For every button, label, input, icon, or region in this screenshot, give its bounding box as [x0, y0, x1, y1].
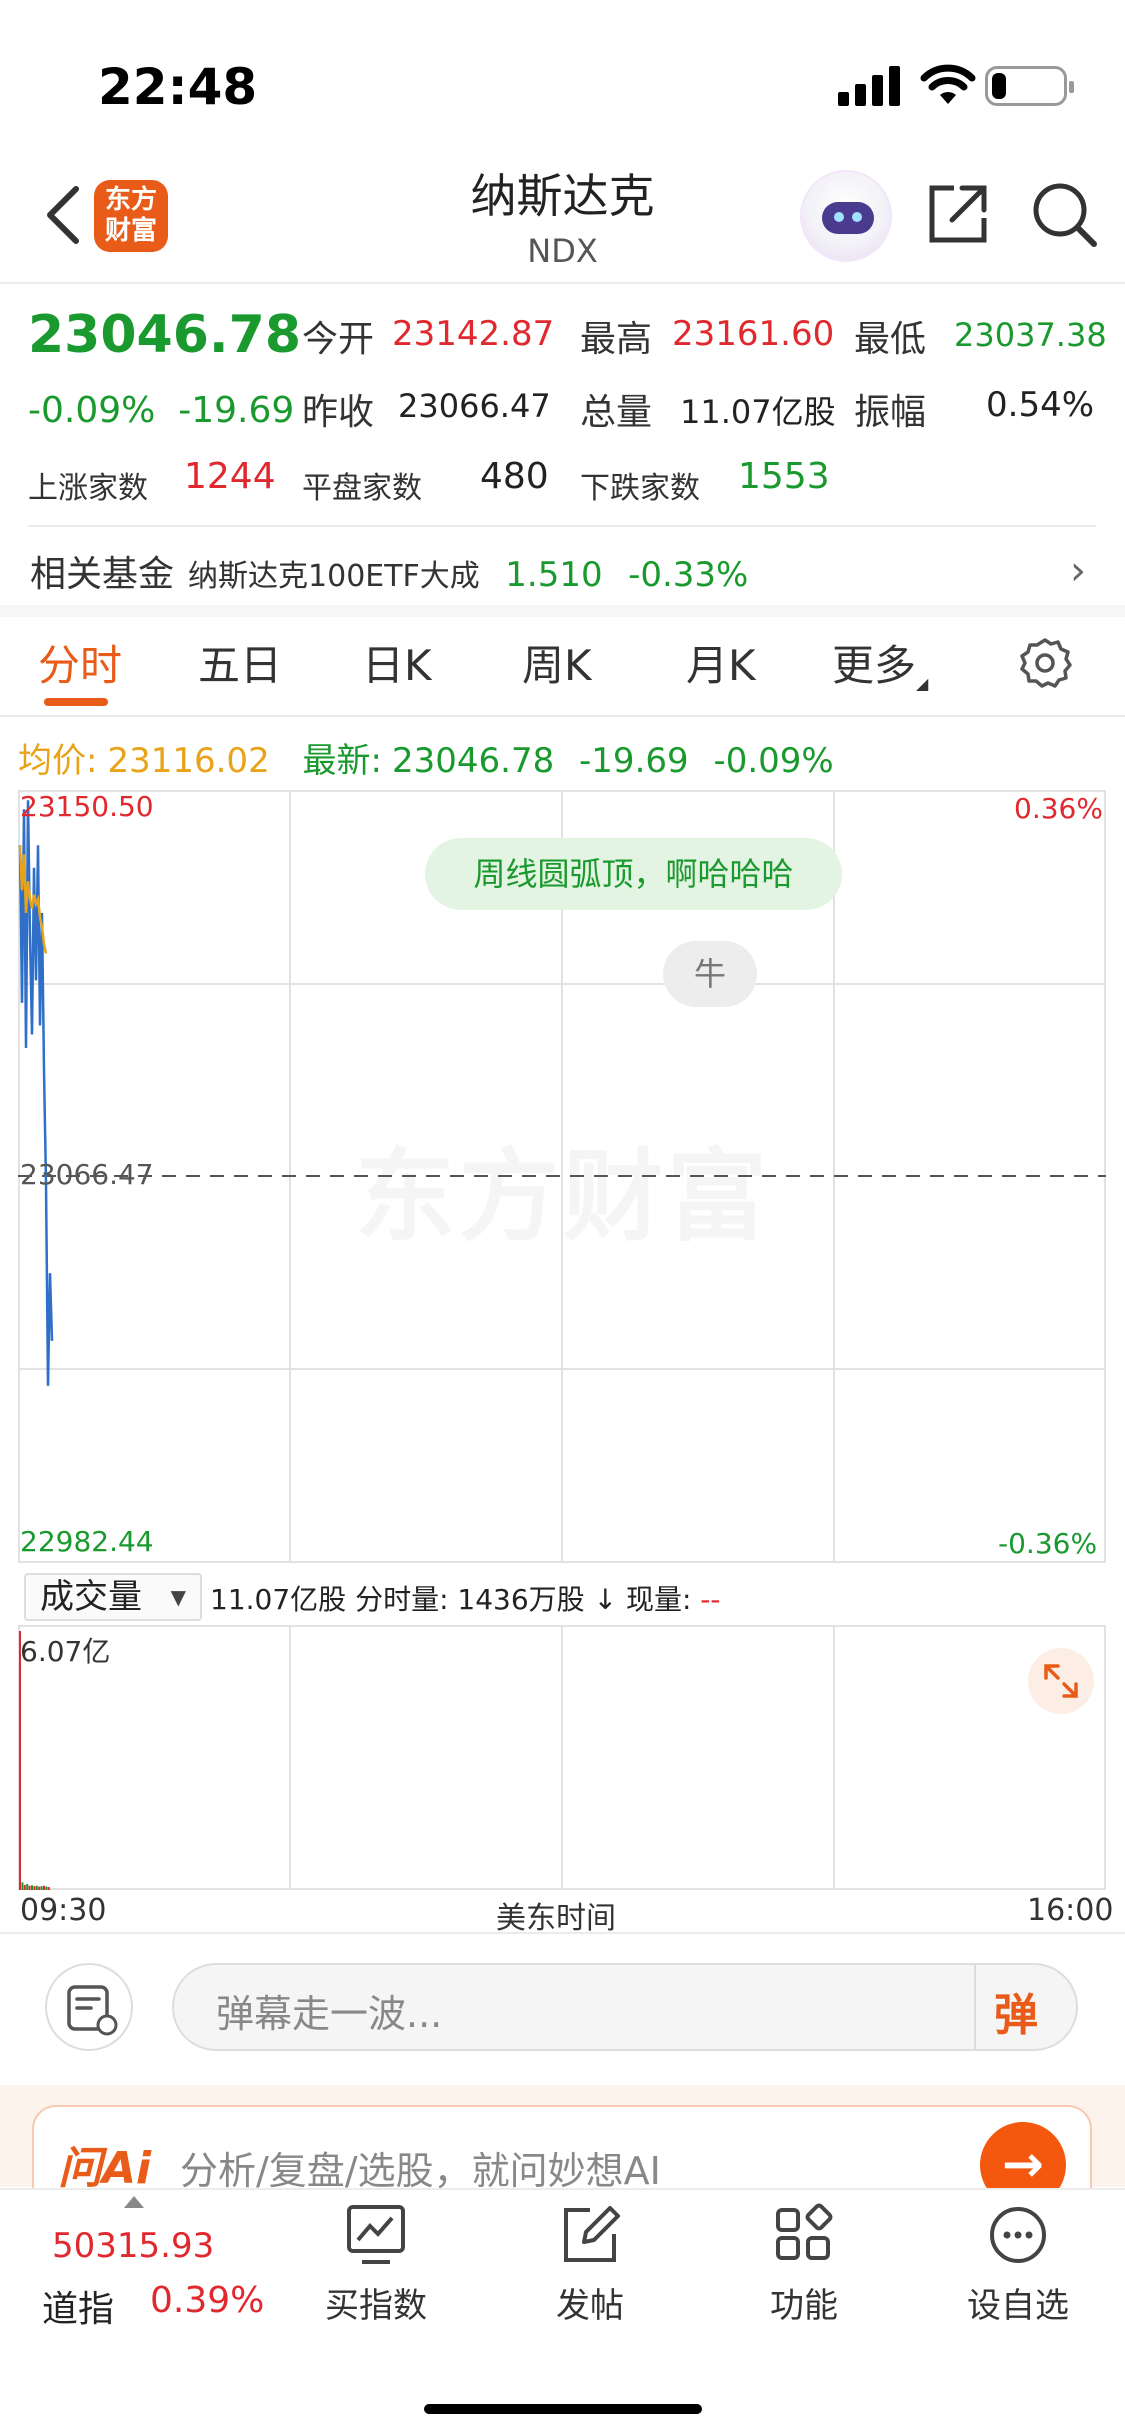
volume-bar — [35, 1885, 38, 1890]
low-label: 最低 — [854, 319, 927, 360]
fund-name: 纳斯达克100ETF大成 — [188, 559, 480, 594]
dow-index-pct[interactable]: 0.39% — [150, 2280, 264, 2321]
volume-bar — [26, 1884, 29, 1890]
ai-logo: 问Ai — [58, 2143, 152, 2194]
volume-bar — [31, 1885, 33, 1890]
page-subtitle: NDX — [527, 232, 598, 270]
search-icon[interactable] — [1030, 180, 1100, 250]
high-label: 最高 — [580, 319, 653, 360]
prev-close-label: 昨收 — [302, 392, 375, 433]
y-axis-bottom-label: 22982.44 — [20, 1525, 154, 1558]
amplitude-value: 0.54% — [986, 385, 1095, 425]
volume-indicator-select[interactable]: 成交量 ▼ — [24, 1573, 202, 1621]
ai-placeholder[interactable]: 分析/复盘/选股，就问妙想AI — [180, 2140, 661, 2195]
avg-price-row: 均价: 23116.02 最新: 23046.78 -19.69 -0.09% — [18, 741, 834, 781]
danmu-bubble[interactable]: 周线圆弧顶，啊哈哈哈 — [425, 838, 842, 910]
section-gap — [0, 605, 1125, 617]
volume-bar — [45, 1886, 48, 1890]
up-count-value: 1244 — [184, 456, 276, 497]
tab-weekly-k[interactable]: 周K — [522, 632, 592, 693]
logo-text-bottom: 财富 — [104, 216, 157, 246]
tab-more[interactable]: 更多◢ — [832, 632, 928, 693]
volume-max-label: 6.07亿 — [20, 1635, 111, 1668]
nav-functions[interactable]: 功能 — [724, 2200, 884, 2327]
app-logo: 东方 财富 — [94, 180, 168, 252]
chart-icon — [347, 2205, 405, 2264]
divider — [0, 282, 1125, 284]
up-count-label: 上涨家数 — [28, 471, 148, 506]
fund-label: 相关基金 — [30, 554, 175, 595]
down-count-value: 1553 — [738, 456, 830, 497]
status-time: 22:48 — [98, 58, 258, 116]
grid-icon — [776, 2203, 833, 2260]
flat-count-label: 平盘家数 — [302, 471, 422, 506]
high-value: 23161.60 — [672, 314, 835, 354]
dow-index-name[interactable]: 道指 — [42, 2280, 114, 2332]
volume-value: 11.07亿股 — [680, 393, 836, 431]
danmu-toggle[interactable]: 弹 — [994, 1979, 1038, 2043]
price-change: -0.09% -19.69 — [28, 390, 295, 431]
signal-icon — [838, 66, 900, 106]
tab-intraday[interactable]: 分时 — [38, 632, 122, 693]
open-label: 今开 — [302, 319, 375, 360]
volume-label: 总量 — [580, 392, 653, 433]
divider — [0, 1932, 1125, 1934]
y-axis-mid-label: 23066.47 — [20, 1158, 154, 1191]
nav-add-watchlist[interactable]: 设自选 — [938, 2200, 1098, 2327]
fund-price: 1.510 — [505, 555, 603, 595]
home-indicator — [424, 2404, 702, 2414]
nav-post[interactable]: 发帖 — [510, 2200, 670, 2327]
tab-monthly-k[interactable]: 月K — [686, 632, 756, 693]
low-value: 23037.38 — [954, 316, 1107, 354]
amplitude-label: 振幅 — [854, 392, 927, 433]
time-axis-end: 16:00 — [1027, 1893, 1114, 1928]
volume-bars — [19, 1631, 50, 1890]
page-title: 纳斯达克 — [470, 169, 655, 223]
flat-count-value: 480 — [480, 456, 549, 497]
logo-text-top: 东方 — [104, 185, 157, 215]
volume-bar — [47, 1887, 50, 1890]
volume-bar — [38, 1886, 41, 1890]
tab-five-day[interactable]: 五日 — [198, 632, 282, 693]
volume-info: 11.07亿股 分时量: 1436万股 ↓ 现量: -- — [210, 1583, 721, 1616]
divider — [28, 525, 1096, 527]
battery-icon — [985, 66, 1074, 106]
danmu-placeholder: 弹幕走一波... — [216, 1992, 443, 2036]
tab-underline — [44, 698, 108, 706]
volume-bar — [21, 1882, 24, 1890]
expand-icon[interactable] — [1028, 1648, 1094, 1714]
back-arrow-icon[interactable] — [40, 185, 88, 245]
volume-bar — [28, 1885, 31, 1890]
caret-up-icon — [124, 2196, 144, 2208]
comment-list-button[interactable] — [45, 1963, 133, 2051]
open-value: 23142.87 — [392, 314, 555, 354]
edit-icon — [564, 2206, 620, 2262]
current-price: 23046.78 — [28, 305, 302, 365]
danmu-bubble-small[interactable]: 牛 — [663, 941, 757, 1007]
volume-bar — [43, 1885, 45, 1890]
volume-bar — [33, 1886, 36, 1890]
ai-assistant-avatar[interactable] — [800, 170, 892, 262]
nav-buy-index[interactable]: 买指数 — [296, 2200, 456, 2327]
tab-daily-k[interactable]: 日K — [362, 632, 432, 693]
volume-bar — [40, 1886, 43, 1890]
more-icon — [990, 2207, 1046, 2263]
time-axis-start: 09:30 — [20, 1893, 107, 1928]
fund-pct: -0.33% — [628, 555, 749, 595]
wifi-icon — [920, 64, 976, 104]
y-axis-bottom-pct: -0.36% — [998, 1527, 1098, 1560]
dow-index-value[interactable]: 50315.93 — [52, 2226, 214, 2266]
y-axis-top-pct: 0.36% — [1014, 792, 1103, 825]
gear-icon[interactable] — [1018, 636, 1072, 690]
volume-bar — [23, 1884, 26, 1890]
divider — [0, 715, 1125, 717]
chevron-right-icon[interactable]: › — [1070, 548, 1086, 594]
y-axis-top-label: 23150.50 — [20, 790, 154, 823]
time-axis-mid: 美东时间 — [496, 1901, 616, 1936]
down-count-label: 下跌家数 — [580, 471, 700, 506]
danmu-input[interactable]: 弹幕走一波... 弹 — [172, 1963, 1078, 2051]
related-fund-row[interactable]: 相关基金 纳斯达克100ETF大成 1.510 -0.33% — [30, 545, 748, 597]
prev-close-value: 23066.47 — [398, 387, 551, 425]
share-icon[interactable] — [926, 182, 990, 246]
